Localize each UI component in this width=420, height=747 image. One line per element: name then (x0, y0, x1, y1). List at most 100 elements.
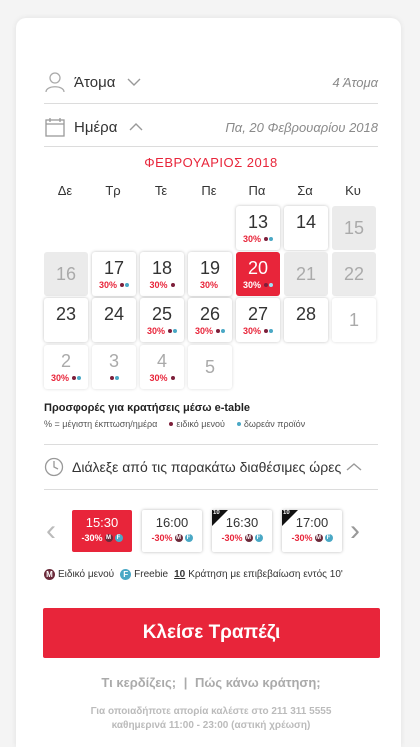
time-slot[interactable]: 15:30 -30% M F (72, 510, 132, 552)
day-offers: 30% (188, 279, 232, 290)
free-badge-icon: F (184, 534, 193, 542)
divider (44, 489, 378, 490)
menu-dot-icon (264, 328, 268, 333)
weekday-label: Τε (154, 183, 168, 198)
day-number: 1 (348, 310, 359, 330)
slot-offers: -30% M F (72, 533, 132, 543)
free-badge-icon: F (324, 534, 333, 542)
menu-badge-icon: M (44, 569, 55, 580)
slot-discount: -30% (81, 533, 103, 543)
calendar-day[interactable]: 25 30% (140, 298, 184, 342)
calendar-day[interactable]: 24 (92, 298, 136, 342)
day-discount: 30% (146, 325, 165, 336)
ten-minute-icon: 10 (174, 569, 186, 580)
free-dot-icon (236, 422, 241, 426)
pct-legend: % = μέγιστη έκπτωση/ημέρα (44, 419, 158, 429)
calendar-day[interactable]: 13 30% (236, 206, 280, 250)
time-slot[interactable]: 10 16:30 -30% M F (212, 510, 272, 552)
menu-badge-icon: M (104, 534, 113, 542)
free-badge-icon: F (114, 534, 123, 542)
day-number: 14 (295, 212, 317, 232)
calendar-day[interactable]: 14 (284, 206, 328, 250)
chevron-right-icon[interactable]: › (350, 516, 360, 546)
ten-minute-icon: 10 (213, 510, 220, 516)
clock-icon (44, 457, 64, 477)
date-label: Ημέρα (74, 118, 118, 136)
benefits-link[interactable]: Τι κερδίζεις; (101, 675, 176, 690)
day-offers (92, 372, 136, 383)
day-discount: 30% (242, 233, 261, 244)
day-offers: 30% (140, 372, 184, 383)
date-selector[interactable]: Ημέρα Πα, 20 Φεβρουαρίου 2018 (44, 107, 378, 147)
day-number: 5 (204, 357, 215, 377)
calendar-day[interactable]: 27 30% (236, 298, 280, 342)
menu-dot-icon (120, 282, 124, 287)
weekday-label: Σα (297, 183, 313, 198)
time-slots: ‹ › 15:30 -30% M F 16:00 -30% M F 10 16:30 -30% M F 1… (44, 510, 378, 552)
calendar-day[interactable]: 23 (44, 298, 88, 342)
slot-time: 16:00 (155, 515, 189, 530)
chevron-up-icon[interactable] (129, 122, 143, 132)
day-discount: 30% (50, 372, 69, 383)
calendar-day: 15 (332, 206, 376, 250)
how-to-book-link[interactable]: Πώς κάνω κράτηση; (195, 675, 321, 690)
calendar-day[interactable]: 18 30% (140, 252, 184, 296)
calendar-day: 21 (284, 252, 328, 296)
time-selector[interactable]: Διάλεξε από τις παρακάτω διαθέσιμες ώρες (44, 451, 378, 483)
calendar-day[interactable]: 28 (284, 298, 328, 342)
people-selector[interactable]: Άτομα 4 Άτομα (44, 62, 378, 102)
slot-offers: -30% M F (282, 533, 342, 543)
calendar-day[interactable]: 20 30% (236, 252, 280, 296)
time-slot[interactable]: 10 17:00 -30% M F (282, 510, 342, 552)
calendar-day: 22 (332, 252, 376, 296)
menu-badge-icon: M (314, 534, 323, 542)
calendar-day[interactable]: 5 (188, 345, 232, 389)
calendar-day[interactable]: 3 (92, 345, 136, 389)
slot-discount: -30% (151, 533, 173, 543)
menu-slot-legend-label: Ειδικό μενού (58, 569, 115, 580)
free-slot-legend-label: Freebie (134, 569, 169, 580)
time-slot[interactable]: 16:00 -30% M F (142, 510, 202, 552)
chevron-left-icon[interactable]: ‹ (46, 516, 56, 546)
calendar-day[interactable]: 19 30% (188, 252, 232, 296)
slot-offers: -30% M F (212, 533, 272, 543)
chevron-down-icon[interactable] (127, 77, 141, 87)
day-number: 3 (108, 351, 119, 371)
day-offers: 30% (140, 325, 184, 336)
weekday-label: Δε (57, 183, 73, 198)
menu-badge-icon: M (174, 534, 183, 542)
day-number: 4 (156, 351, 167, 371)
people-label: Άτομα (74, 73, 116, 91)
day-offers: 30% (44, 372, 88, 383)
calendar-day[interactable]: 4 30% (140, 345, 184, 389)
calendar-day[interactable]: 17 30% (92, 252, 136, 296)
weekday-label: Πα (248, 183, 266, 198)
free-dot-icon (221, 328, 225, 333)
menu-dot-icon (216, 328, 220, 333)
chevron-up-icon[interactable] (346, 462, 362, 472)
date-value: Πα, 20 Φεβρουαρίου 2018 (225, 119, 378, 135)
slot-offers: -30% M F (142, 533, 202, 543)
slot-discount: -30% (221, 533, 243, 543)
weekday-label: Τρ (105, 183, 121, 198)
calendar-day[interactable]: 1 (332, 298, 376, 342)
slot-legend: M Ειδικό μενού F Freebie 10 Κράτηση με επιβ… (44, 569, 349, 580)
free-dot-icon (269, 236, 273, 241)
free-dot-icon (173, 328, 177, 333)
day-number: 15 (343, 218, 365, 238)
day-discount: 30% (149, 372, 168, 383)
free-dot-icon (269, 328, 273, 333)
menu-badge-icon: M (244, 534, 253, 542)
free-dot-icon (115, 375, 119, 380)
day-number: 28 (295, 304, 317, 324)
calendar-icon (45, 118, 65, 137)
day-number: 2 (60, 351, 71, 371)
support-line-1: Για οποιαδήποτε απορία καλέστε στο 211 3… (90, 706, 332, 717)
calendar-day[interactable]: 26 30% (188, 298, 232, 342)
day-discount: 30% (194, 325, 213, 336)
book-table-button[interactable]: Κλείσε Τραπέζι (43, 608, 380, 658)
help-links: Τι κερδίζεις; | Πώς κάνω κράτηση; (44, 675, 378, 690)
support-line-2: καθημερινά 11:00 - 23:00 (αστική χρέωση) (111, 720, 311, 731)
calendar-day[interactable]: 2 30% (44, 345, 88, 389)
day-discount: 30% (242, 279, 261, 290)
